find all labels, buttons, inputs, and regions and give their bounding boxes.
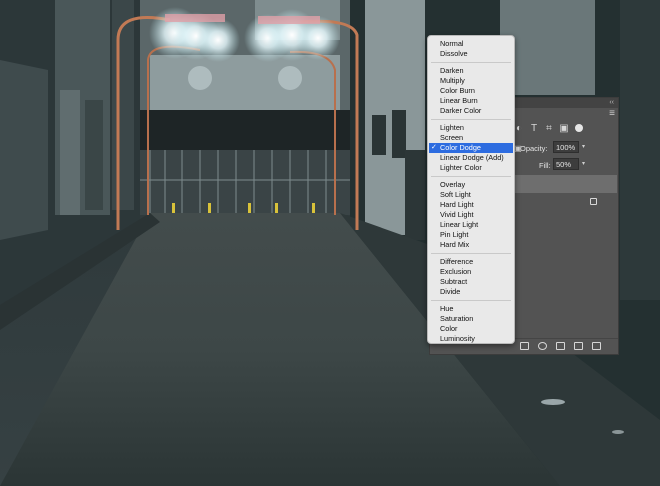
blend-mode-item[interactable]: Linear Dodge (Add): [429, 153, 513, 163]
blend-mode-label: Vivid Light: [440, 210, 474, 219]
blend-mode-label: Darken: [440, 66, 464, 75]
shape-filter-icon[interactable]: ⌗: [544, 124, 554, 134]
opacity-input[interactable]: 100%: [553, 141, 579, 153]
blend-mode-item[interactable]: Color: [429, 324, 513, 334]
blend-mode-label: Multiply: [440, 76, 465, 85]
checkmark-icon: ✓: [431, 144, 437, 151]
menu-separator: [431, 300, 511, 301]
menu-separator: [431, 119, 511, 120]
blend-mode-item[interactable]: Lighter Color: [429, 163, 513, 173]
blend-mode-item[interactable]: Linear Light: [429, 220, 513, 230]
layer-mask-icon[interactable]: [520, 342, 529, 350]
blend-mode-label: Luminosity: [440, 334, 475, 343]
blend-mode-label: Hard Light: [440, 200, 474, 209]
menu-separator: [431, 176, 511, 177]
blend-mode-item[interactable]: Saturation: [429, 314, 513, 324]
blend-mode-item[interactable]: Soft Light: [429, 190, 513, 200]
adjustment-filter-icon[interactable]: ◐: [514, 124, 524, 134]
blend-mode-item[interactable]: Exclusion: [429, 267, 513, 277]
blend-mode-item[interactable]: Difference: [429, 257, 513, 267]
blend-mode-label: Linear Burn: [440, 96, 478, 105]
blend-mode-item[interactable]: Luminosity: [429, 334, 513, 344]
blend-mode-item[interactable]: Hard Light: [429, 200, 513, 210]
blend-mode-item[interactable]: Darken: [429, 66, 513, 76]
fill-input[interactable]: 50%: [553, 158, 579, 170]
group-folder-icon[interactable]: [556, 342, 565, 350]
blend-mode-label: Linear Light: [440, 220, 479, 229]
blend-mode-item[interactable]: Overlay: [429, 180, 513, 190]
blend-mode-label: Lighten: [440, 123, 464, 132]
adjustment-layer-icon[interactable]: [538, 342, 547, 350]
blend-mode-label: Subtract: [440, 277, 468, 286]
blend-mode-label: Lighter Color: [440, 163, 482, 172]
smart-object-filter-icon[interactable]: ▣: [559, 124, 569, 134]
background-layer-row[interactable]: d: [510, 195, 617, 213]
blend-mode-label: Saturation: [440, 314, 474, 323]
blend-mode-dropdown[interactable]: Normal Dissolve Darken Multiply Color Burn Li…: [427, 35, 515, 344]
menu-separator: [431, 253, 511, 254]
blend-mode-item[interactable]: Multiply: [429, 76, 513, 86]
blend-mode-item[interactable]: Color Burn: [429, 86, 513, 96]
blend-mode-label: Hue: [440, 304, 454, 313]
blend-mode-item[interactable]: Subtract: [429, 277, 513, 287]
blend-mode-label: Pin Light: [440, 230, 469, 239]
fill-dropdown-icon[interactable]: ▾: [582, 160, 585, 167]
blend-mode-item[interactable]: Darker Color: [429, 106, 513, 116]
blend-mode-label: Divide: [440, 287, 461, 296]
blend-mode-item[interactable]: ✓ Color Dodge: [429, 143, 513, 153]
layer-filter-icons: ◐ T ⌗ ▣: [514, 124, 569, 134]
blend-mode-item[interactable]: Normal: [429, 39, 513, 49]
blend-mode-item[interactable]: Pin Light: [429, 230, 513, 240]
panel-menu-icon[interactable]: ≡: [609, 109, 615, 119]
layer-lock-icon[interactable]: [590, 198, 597, 205]
blend-mode-label: Soft Light: [440, 190, 471, 199]
blend-mode-label: Exclusion: [440, 267, 472, 276]
blend-mode-label: Hard Mix: [440, 240, 470, 249]
blend-mode-label: Overlay: [440, 180, 466, 189]
blend-mode-label: Dissolve: [440, 49, 468, 58]
blend-mode-label: Screen: [440, 133, 464, 142]
opacity-dropdown-icon[interactable]: ▾: [582, 143, 585, 150]
trash-icon[interactable]: [592, 342, 601, 350]
fill-label: Fill:: [539, 161, 551, 170]
new-layer-icon[interactable]: [574, 342, 583, 350]
filter-toggle-icon[interactable]: [575, 124, 583, 132]
blend-mode-label: Difference: [440, 257, 474, 266]
blend-mode-label: Linear Dodge (Add): [440, 153, 504, 162]
type-filter-icon[interactable]: T: [529, 124, 539, 134]
selected-layer-row[interactable]: [510, 175, 617, 193]
blend-mode-label: Color: [440, 324, 458, 333]
collapse-panel-icon[interactable]: ‹‹: [609, 98, 614, 108]
blend-mode-item[interactable]: Dissolve: [429, 49, 513, 59]
blend-mode-label: Color Burn: [440, 86, 475, 95]
menu-separator: [431, 62, 511, 63]
blend-mode-item[interactable]: Lighten: [429, 123, 513, 133]
blend-mode-label: Darker Color: [440, 106, 482, 115]
blend-mode-label: Normal: [440, 39, 464, 48]
blend-mode-item[interactable]: Linear Burn: [429, 96, 513, 106]
blend-mode-item[interactable]: Screen: [429, 133, 513, 143]
blend-mode-item[interactable]: Vivid Light: [429, 210, 513, 220]
opacity-label: Opacity:: [520, 144, 548, 153]
blend-mode-label: Color Dodge: [440, 143, 481, 152]
blend-mode-item[interactable]: Hard Mix: [429, 240, 513, 250]
blend-mode-item[interactable]: Divide: [429, 287, 513, 297]
blend-mode-item[interactable]: Hue: [429, 304, 513, 314]
